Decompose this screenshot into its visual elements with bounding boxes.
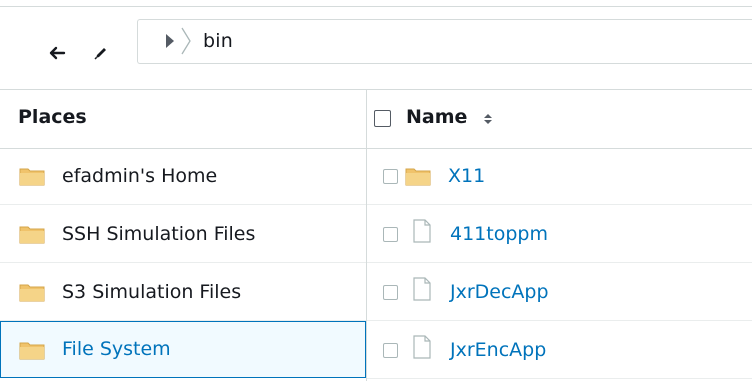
edit-path-button[interactable] [90, 42, 112, 64]
file-link[interactable]: 411toppm [450, 223, 548, 245]
name-column-header[interactable]: Name [406, 106, 467, 128]
places-header: Places [18, 106, 87, 128]
file-row-jxrdecapp[interactable]: JxrDecApp [367, 264, 752, 321]
select-all-checkbox[interactable] [374, 110, 391, 127]
breadcrumb-root[interactable] [160, 25, 194, 61]
place-item-s3[interactable]: S3 Simulation Files [0, 264, 366, 321]
place-item-filesystem[interactable]: File System [0, 321, 366, 378]
document-icon [413, 219, 431, 243]
row-checkbox[interactable] [383, 285, 398, 300]
folder-icon [19, 168, 45, 186]
top-divider [0, 0, 752, 7]
place-label: File System [62, 338, 171, 360]
chevron-right-icon [166, 27, 191, 55]
file-link[interactable]: JxrDecApp [450, 281, 549, 303]
file-link[interactable]: X11 [448, 165, 485, 187]
file-link[interactable]: JxrEncApp [450, 339, 546, 361]
row-checkbox[interactable] [383, 227, 398, 242]
place-label: SSH Simulation Files [62, 223, 256, 245]
folder-icon [405, 168, 431, 186]
place-item-ssh[interactable]: SSH Simulation Files [0, 206, 366, 263]
folder-icon [19, 342, 45, 360]
pencil-icon [94, 48, 106, 60]
breadcrumb-current[interactable]: bin [203, 30, 233, 52]
place-label: S3 Simulation Files [62, 281, 242, 303]
row-checkbox[interactable] [383, 169, 398, 184]
arrow-left-icon [49, 46, 66, 60]
file-row-x11[interactable]: X11 [367, 148, 752, 205]
document-icon [413, 277, 431, 301]
place-item-home[interactable]: efadmin's Home [0, 148, 366, 205]
place-label: efadmin's Home [62, 165, 218, 187]
row-checkbox[interactable] [383, 343, 398, 358]
folder-icon [19, 226, 45, 244]
document-icon [413, 335, 431, 359]
file-row-411toppm[interactable]: 411toppm [367, 206, 752, 263]
file-row-jxrencapp[interactable]: JxrEncApp [367, 322, 752, 379]
back-button[interactable] [47, 42, 69, 64]
sort-updown-icon[interactable] [482, 113, 494, 125]
folder-icon [19, 284, 45, 302]
